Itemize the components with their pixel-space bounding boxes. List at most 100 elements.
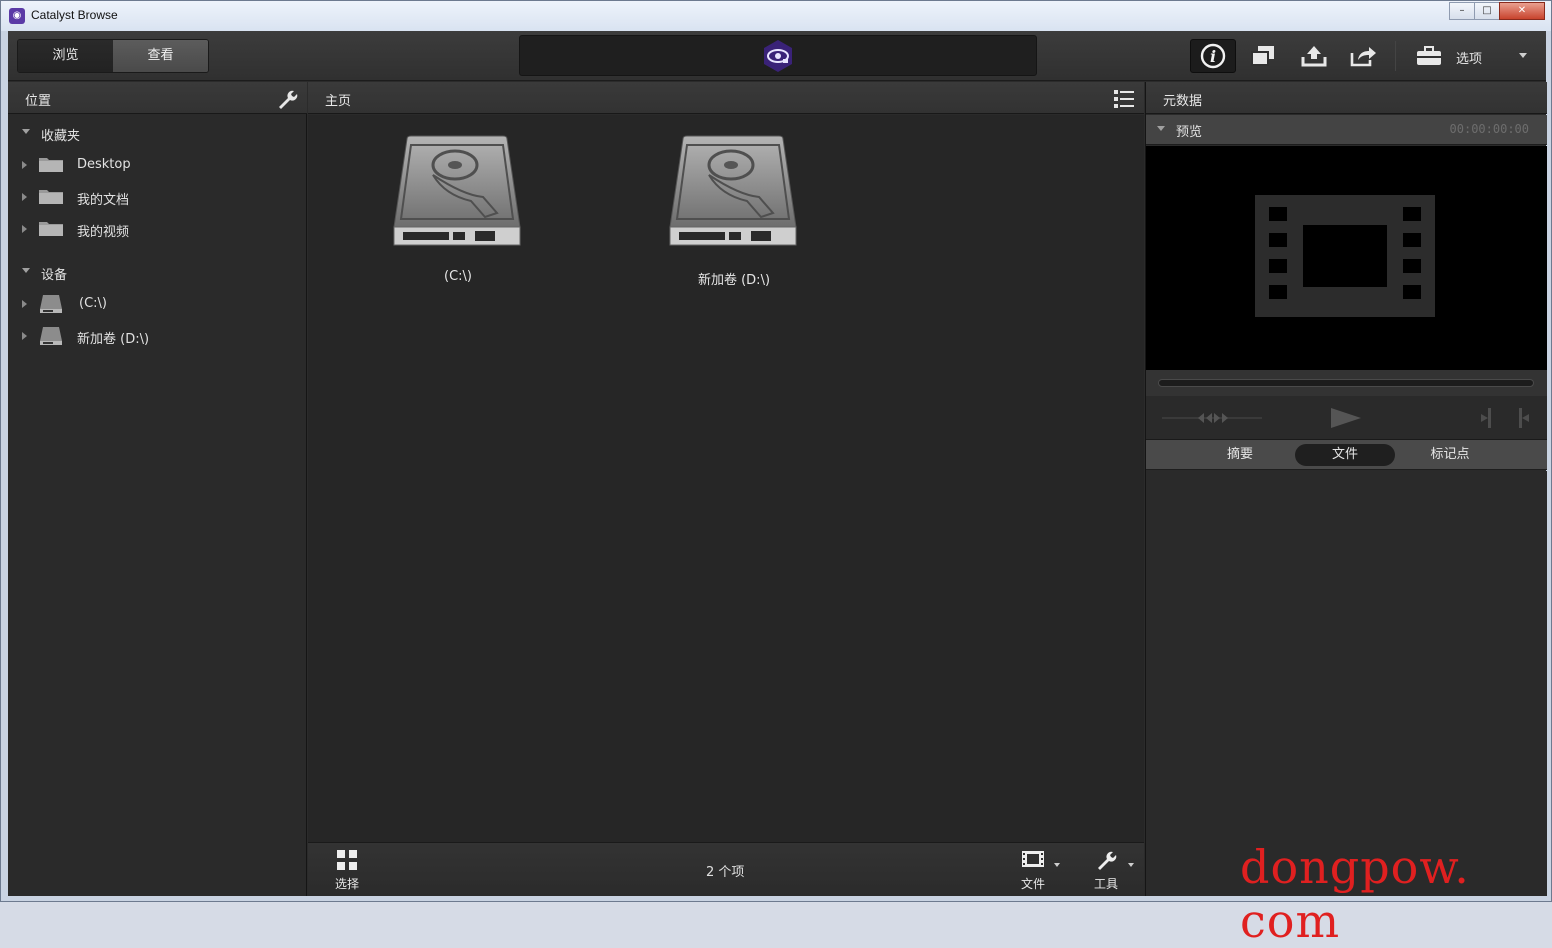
locations-header: 位置 xyxy=(8,82,307,114)
expand-arrow-icon[interactable] xyxy=(1157,126,1165,131)
catalyst-eye-logo-icon[interactable] xyxy=(762,39,794,73)
preview-label: 预览 xyxy=(1176,125,1203,140)
options-menu-label[interactable]: 选项 xyxy=(1456,48,1482,67)
window-title: Catalyst Browse xyxy=(31,8,118,22)
section-label: 设备 xyxy=(41,268,68,283)
collapse-arrow-icon[interactable] xyxy=(22,300,27,308)
file-menu-button[interactable]: 文件 xyxy=(1010,849,1056,892)
film-strip-icon xyxy=(1010,849,1056,875)
wrench-icon xyxy=(1083,849,1129,875)
briefcase-icon[interactable] xyxy=(1406,39,1452,73)
copy-icon[interactable] xyxy=(1240,39,1286,73)
drive-label: (C:\) xyxy=(444,269,472,284)
collapse-arrow-icon[interactable] xyxy=(22,161,27,169)
mark-in-icon[interactable] xyxy=(1480,408,1492,428)
metadata-title: 元数据 xyxy=(1163,94,1203,109)
video-preview[interactable] xyxy=(1146,146,1547,370)
device-item-c-drive[interactable]: (C:\) xyxy=(8,293,307,315)
metadata-tabs: 摘要 文件 标记点 xyxy=(1146,440,1547,470)
select-label: 选择 xyxy=(334,877,359,891)
catalyst-app-icon: ◉ xyxy=(9,8,25,24)
mode-switch: 浏览 查看 xyxy=(17,39,209,73)
locations-title: 位置 xyxy=(25,94,52,109)
playback-controls xyxy=(1146,396,1547,440)
item-count: 2 个项 xyxy=(706,865,745,880)
location-item-desktop[interactable]: Desktop xyxy=(8,154,307,176)
location-label: 我的文档 xyxy=(77,193,130,208)
timecode-display: 00:00:00:00 xyxy=(1449,122,1529,136)
app-window: ◉ Catalyst Browse – □ ✕ 浏览 查看 i 选项 位置 收藏… xyxy=(0,0,1552,902)
device-item-d-drive[interactable]: 新加卷 (D:\) xyxy=(8,325,307,347)
expand-arrow-icon[interactable] xyxy=(22,129,30,134)
section-devices[interactable]: 设备 xyxy=(8,261,307,283)
expand-arrow-icon[interactable] xyxy=(22,268,30,273)
folder-icon xyxy=(39,158,63,172)
hard-drive-icon[interactable] xyxy=(669,135,797,253)
play-icon[interactable] xyxy=(1330,407,1362,429)
tab-view[interactable]: 查看 xyxy=(113,40,208,72)
tab-markers[interactable]: 标记点 xyxy=(1400,444,1500,466)
list-view-icon[interactable] xyxy=(1113,88,1135,115)
collapse-arrow-icon[interactable] xyxy=(22,225,27,233)
app-client: 浏览 查看 i 选项 位置 收藏夹 Desktop 我的文档 我的视频 设备 (… xyxy=(8,31,1547,896)
device-label: 新加卷 (D:\) xyxy=(77,332,150,347)
preview-section-header[interactable]: 预览 00:00:00:00 xyxy=(1146,115,1547,145)
location-item-documents[interactable]: 我的文档 xyxy=(8,186,307,208)
chevron-down-icon[interactable] xyxy=(1054,863,1060,867)
content-panel: 主页 (C:\) 新加卷 (D:\) 选择 2 个项 文件 工具 xyxy=(308,82,1144,896)
share-icon[interactable] xyxy=(1340,39,1386,73)
device-label: (C:\) xyxy=(79,296,107,311)
hard-drive-icon[interactable] xyxy=(393,135,521,253)
select-button[interactable]: 选择 xyxy=(324,849,370,892)
scrub-bar-area xyxy=(1146,370,1547,396)
content-grid: (C:\) 新加卷 (D:\) xyxy=(308,115,1144,842)
tab-summary[interactable]: 摘要 xyxy=(1190,444,1290,466)
folder-icon xyxy=(39,222,63,236)
hard-drive-icon xyxy=(40,295,62,313)
tools-label: 工具 xyxy=(1093,877,1118,891)
content-footer: 选择 2 个项 文件 工具 xyxy=(308,842,1144,896)
folder-icon xyxy=(39,190,63,204)
chevron-down-icon[interactable] xyxy=(1128,863,1134,867)
main-toolbar: 浏览 查看 i 选项 xyxy=(8,31,1546,81)
section-favorites[interactable]: 收藏夹 xyxy=(8,122,307,144)
watermark-text: dongpow. com xyxy=(1240,840,1470,948)
metadata-content xyxy=(1146,471,1547,896)
jog-shuttle-icon[interactable] xyxy=(1162,410,1262,426)
metadata-panel: 元数据 预览 00:00:00:00 摘要 文件 标记点 xyxy=(1145,82,1547,896)
grid-select-icon xyxy=(324,849,370,875)
locations-panel: 位置 收藏夹 Desktop 我的文档 我的视频 设备 (C:\) 新加卷 (D… xyxy=(8,82,307,896)
close-button[interactable]: ✕ xyxy=(1499,2,1545,20)
center-display-box xyxy=(519,35,1037,76)
minimize-button[interactable]: – xyxy=(1449,2,1475,20)
tools-menu-button[interactable]: 工具 xyxy=(1083,849,1129,892)
window-controls: – □ ✕ xyxy=(1449,2,1545,20)
toolbar-divider xyxy=(1395,41,1396,71)
hard-drive-icon xyxy=(40,327,62,345)
drive-tile-d[interactable]: 新加卷 (D:\) xyxy=(659,133,799,293)
film-placeholder-icon xyxy=(1255,195,1435,317)
mark-out-icon[interactable] xyxy=(1518,408,1530,428)
location-item-videos[interactable]: 我的视频 xyxy=(8,218,307,240)
collapse-arrow-icon[interactable] xyxy=(22,332,27,340)
upload-icon[interactable] xyxy=(1291,39,1337,73)
drive-label: 新加卷 (D:\) xyxy=(697,273,771,288)
drive-tile-c[interactable]: (C:\) xyxy=(383,133,523,293)
content-title: 主页 xyxy=(325,94,352,109)
tab-browse[interactable]: 浏览 xyxy=(18,40,113,72)
location-label: Desktop xyxy=(77,157,131,172)
collapse-arrow-icon[interactable] xyxy=(22,193,27,201)
scrub-slider[interactable] xyxy=(1158,379,1534,387)
wrench-icon[interactable] xyxy=(276,88,298,115)
section-label: 收藏夹 xyxy=(41,129,81,144)
file-label: 文件 xyxy=(1020,877,1045,891)
info-icon[interactable]: i xyxy=(1190,39,1236,73)
content-header: 主页 xyxy=(308,82,1144,114)
metadata-header: 元数据 xyxy=(1146,82,1547,114)
chevron-down-icon[interactable] xyxy=(1519,53,1527,58)
tab-file[interactable]: 文件 xyxy=(1295,444,1395,466)
title-bar[interactable]: ◉ Catalyst Browse – □ ✕ xyxy=(1,1,1551,31)
location-label: 我的视频 xyxy=(77,225,130,240)
maximize-button[interactable]: □ xyxy=(1474,2,1500,20)
svg-text:i: i xyxy=(1210,47,1216,66)
